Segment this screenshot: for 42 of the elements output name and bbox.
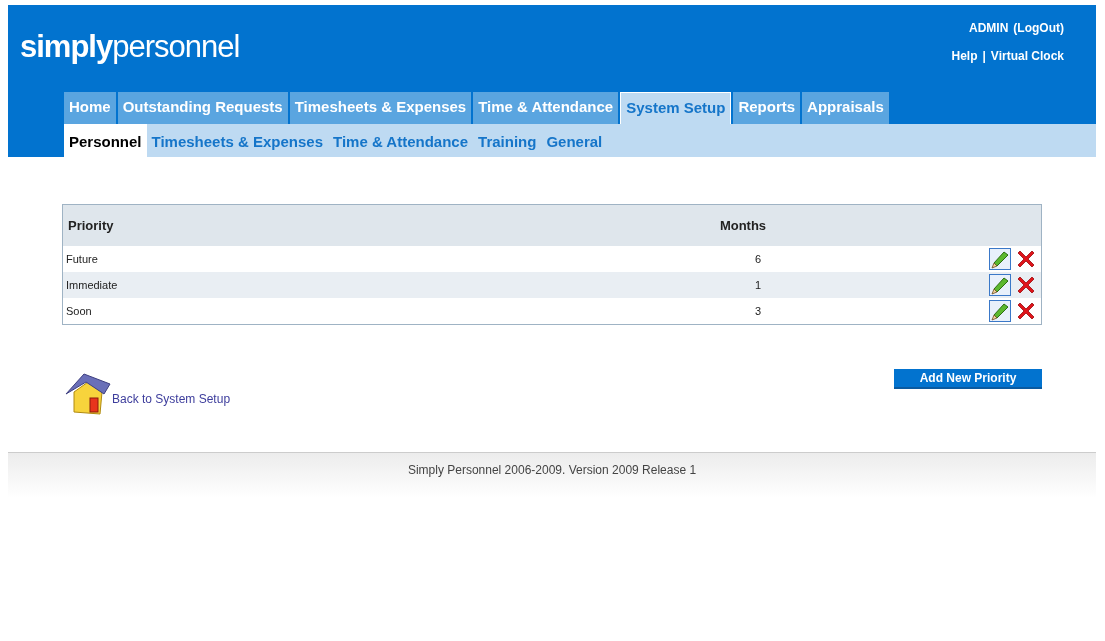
nav-tab[interactable]: Appraisals: [802, 92, 889, 124]
column-header: Months: [719, 218, 767, 233]
nav-tab[interactable]: System Setup: [620, 92, 732, 124]
logout-link[interactable]: (LogOut): [1013, 21, 1064, 35]
nav-tab[interactable]: Outstanding Requests: [117, 92, 288, 124]
column-header: Priority: [67, 218, 114, 233]
sub-nav-tab[interactable]: Timesheets & Expenses: [146, 124, 328, 157]
sub-nav-tab[interactable]: Time & Attendance: [328, 124, 474, 157]
pencil-icon: [990, 275, 1010, 295]
sub-nav-tab[interactable]: Training: [473, 124, 542, 157]
sub-nav-tab[interactable]: Personnel: [64, 124, 147, 157]
user-name: ADMIN: [969, 21, 1009, 35]
edit-button[interactable]: [989, 300, 1011, 322]
nav-tab[interactable]: Home: [64, 92, 116, 124]
edit-button[interactable]: [989, 248, 1011, 270]
nav-tab[interactable]: Timesheets & Expenses: [289, 92, 472, 124]
house-icon: [64, 370, 114, 416]
separator: |: [982, 49, 986, 63]
edit-button[interactable]: [989, 274, 1011, 296]
sub-nav-tab[interactable]: General: [541, 124, 608, 157]
help-link[interactable]: Help: [951, 49, 978, 63]
virtual-clock-link[interactable]: Virtual Clock: [990, 49, 1064, 63]
pencil-icon: [990, 301, 1010, 321]
table-cell-text: Immediate: [65, 279, 118, 291]
delete-icon: [1015, 248, 1037, 270]
table-cell: 1: [754, 279, 762, 291]
add-priority-button[interactable]: Add New Priority: [894, 369, 1042, 389]
table-cell-text: Soon: [65, 305, 92, 317]
delete-icon: [1015, 300, 1037, 322]
delete-button[interactable]: [1015, 248, 1037, 270]
logo: simplypersonnel: [20, 29, 240, 66]
nav-tab[interactable]: Time & Attendance: [473, 92, 619, 124]
delete-icon: [1015, 274, 1037, 296]
table-cell: 6: [754, 253, 762, 265]
back-link[interactable]: Back to System Setup: [112, 392, 231, 406]
nav-tab[interactable]: Reports: [733, 92, 801, 124]
pencil-icon: [990, 249, 1010, 269]
table-cell-text: Future: [65, 253, 98, 265]
footer-text: Simply Personnel 2006-2009. Version 2009 Release 1: [407, 463, 697, 479]
delete-button[interactable]: [1015, 300, 1037, 322]
delete-button[interactable]: [1015, 274, 1037, 296]
table-cell: 3: [754, 305, 762, 317]
